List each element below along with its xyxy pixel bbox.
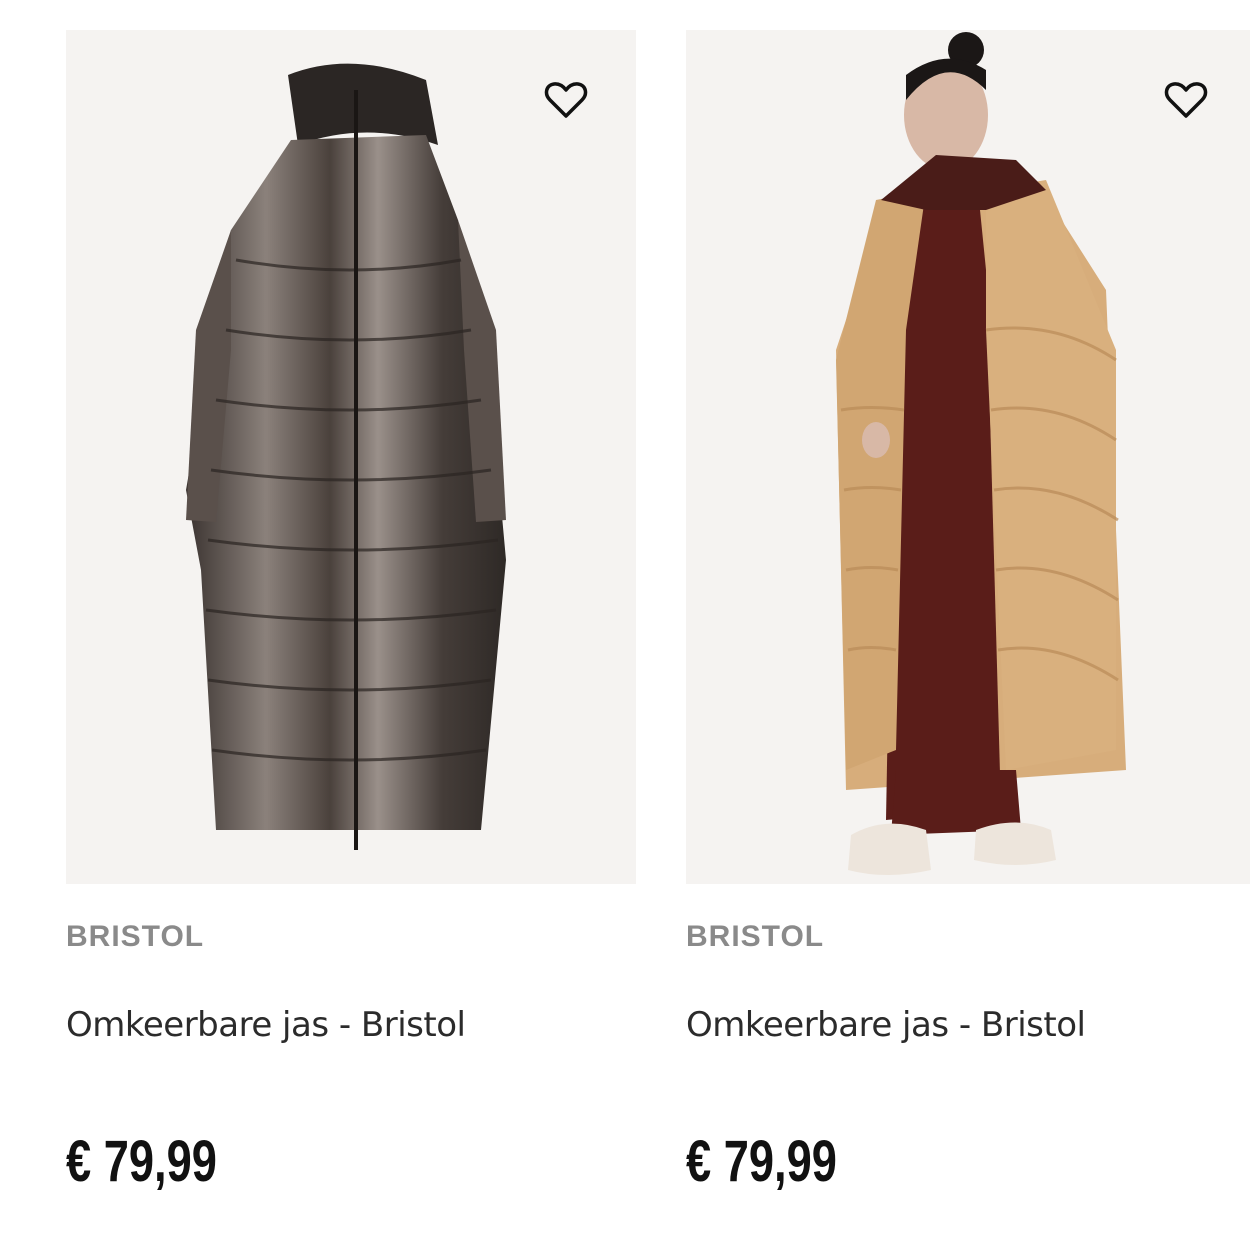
favorite-button[interactable]	[1162, 76, 1210, 124]
product-card[interactable]: BRISTOL Omkeerbare jas - Bristol € 79,99	[66, 30, 636, 1230]
product-image-beige-coat[interactable]	[686, 30, 1250, 884]
product-title[interactable]: Omkeerbare jas - Bristol	[66, 1005, 466, 1045]
product-title[interactable]: Omkeerbare jas - Bristol	[686, 1005, 1086, 1045]
product-image-container[interactable]	[686, 30, 1250, 884]
product-brand: BRISTOL	[686, 920, 825, 953]
heart-outline-icon	[1164, 82, 1208, 118]
product-card[interactable]: BRISTOL Omkeerbare jas - Bristol € 79,99	[686, 30, 1250, 1230]
product-image-metallic-coat[interactable]	[66, 30, 636, 884]
favorite-button[interactable]	[542, 76, 590, 124]
product-brand: BRISTOL	[66, 920, 205, 953]
product-image-container[interactable]	[66, 30, 636, 884]
product-price: € 79,99	[686, 1129, 837, 1194]
product-price: € 79,99	[66, 1129, 217, 1194]
heart-outline-icon	[544, 82, 588, 118]
product-grid: BRISTOL Omkeerbare jas - Bristol € 79,99	[0, 0, 1250, 1258]
